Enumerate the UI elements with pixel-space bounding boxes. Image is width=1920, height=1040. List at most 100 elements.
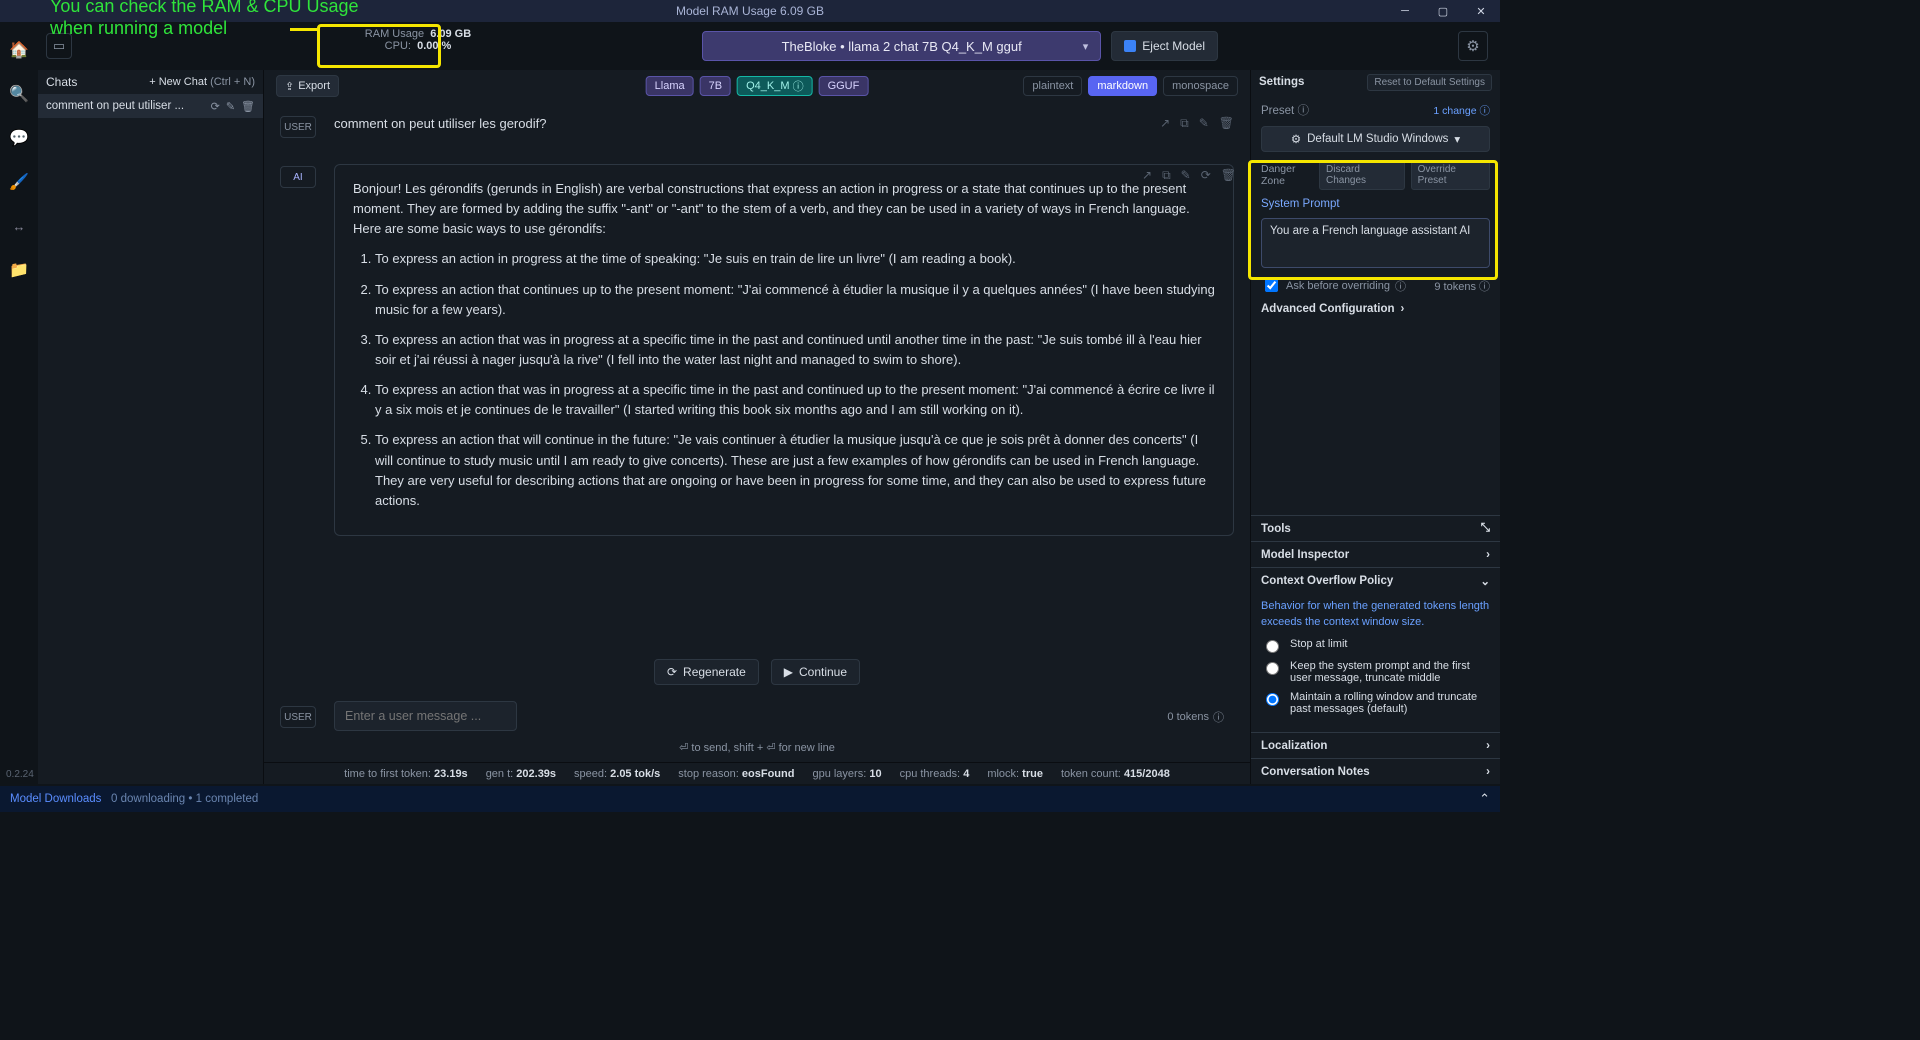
eject-icon — [1124, 40, 1136, 52]
msg-pencil-icon[interactable]: ✎ — [1181, 166, 1191, 185]
view-mode-monospace[interactable]: monospace — [1163, 76, 1238, 96]
input-row: USER 0 tokens ⓘ — [264, 695, 1250, 737]
window-maximize-button[interactable]: ▢ — [1424, 0, 1462, 22]
token-count-badge: 0 tokens ⓘ — [1167, 709, 1224, 725]
continue-button[interactable]: ▶ Continue — [771, 659, 860, 685]
danger-zone-label: Danger Zone — [1261, 163, 1319, 187]
version-label: 0.2.24 — [6, 769, 34, 780]
role-badge-user: USER — [280, 116, 316, 138]
conversation-area: USER comment on peut utiliser les gerodi… — [264, 102, 1250, 649]
new-chat-button[interactable]: + New Chat (Ctrl + N) — [149, 76, 255, 88]
chevron-down-icon: ▾ — [1083, 40, 1089, 53]
settings-gear-icon[interactable]: ⚙ — [1458, 31, 1488, 61]
ai-list-item: To express an action that was in progres… — [375, 330, 1215, 370]
model-tag: Llama — [646, 76, 694, 96]
chat-title: comment on peut utiliser ... — [46, 100, 184, 112]
tag-bar: ⇪ Export Llama 7B Q4_K_M ⓘ GGUF plaintex… — [264, 70, 1250, 102]
settings-panel: Settings Reset to Default Settings Prese… — [1250, 70, 1500, 784]
msg-copy-icon[interactable]: ⧉ — [1162, 166, 1171, 185]
window-close-button[interactable]: ✕ — [1462, 0, 1500, 22]
chat-edit-icon[interactable]: ✎ — [226, 100, 235, 113]
discard-changes-button[interactable]: Discard Changes — [1319, 160, 1405, 190]
chevron-right-icon: › — [1486, 740, 1490, 752]
model-bar: ▭ RAM Usage 6.09 GB CPU: 0.00 % TheBloke… — [38, 22, 1500, 70]
msg-delete-icon[interactable]: 🗑 — [1219, 114, 1234, 133]
tools-section[interactable]: Tools⤡ — [1251, 515, 1500, 541]
user-input[interactable] — [334, 701, 517, 731]
brush-icon[interactable]: 🖌️ — [9, 172, 29, 192]
msg-delete-icon[interactable]: 🗑 — [1221, 166, 1236, 185]
preset-selector[interactable]: ⚙ Default LM Studio Windows ▾ — [1261, 126, 1490, 152]
message-ai: AI Bonjour! Les gérondifs (gerunds in En… — [264, 160, 1250, 540]
localization-section[interactable]: Localization› — [1251, 732, 1500, 758]
chat-icon[interactable]: 💬 — [9, 128, 29, 148]
system-prompt-input[interactable] — [1261, 218, 1490, 268]
regenerate-button[interactable]: ⟳ Regenerate — [654, 659, 759, 685]
resize-icon[interactable]: ↔ — [9, 216, 29, 236]
view-mode-plaintext[interactable]: plaintext — [1023, 76, 1082, 96]
status-bar: Model Downloads 0 downloading • 1 comple… — [0, 786, 1500, 812]
view-mode-markdown[interactable]: markdown — [1088, 76, 1157, 96]
left-nav-rail: 🏠 🔍 💬 🖌️ ↔ 📁 — [0, 22, 38, 812]
advanced-configuration-toggle[interactable]: Advanced Configuration › — [1261, 303, 1490, 315]
model-tag: 7B — [700, 76, 731, 96]
msg-edit-icon[interactable]: ↗ — [1142, 166, 1152, 185]
chevron-right-icon: › — [1401, 303, 1405, 315]
overflow-opt-label: Keep the system prompt and the first use… — [1290, 660, 1490, 684]
overflow-opt-label: Maintain a rolling window and truncate p… — [1290, 691, 1490, 715]
status-expand-icon[interactable]: ⌃ — [1479, 791, 1490, 807]
action-bar: ⟳ Regenerate ▶ Continue — [264, 649, 1250, 695]
ai-intro-text: Bonjour! Les gérondifs (gerunds in Engli… — [353, 179, 1215, 239]
overflow-opt-radio[interactable] — [1266, 662, 1279, 675]
msg-edit-icon[interactable]: ↗ — [1160, 114, 1170, 133]
downloads-info: 0 downloading • 1 completed — [111, 793, 258, 805]
ram-cpu-display: RAM Usage 6.09 GB CPU: 0.00 % — [358, 28, 478, 52]
overflow-description: Behavior for when the generated tokens l… — [1261, 599, 1490, 630]
chevron-down-icon: ⌄ — [1480, 574, 1490, 588]
collapse-icon: ⤡ — [1481, 522, 1490, 535]
preset-label: Preset — [1261, 105, 1294, 117]
msg-copy-icon[interactable]: ⧉ — [1180, 114, 1189, 133]
ai-list-item: To express an action in progress at the … — [375, 249, 1215, 269]
preset-changes[interactable]: 1 change ⓘ — [1433, 103, 1490, 118]
overflow-opt-radio[interactable] — [1266, 640, 1279, 653]
model-tag: Q4_K_M ⓘ — [737, 76, 812, 96]
ai-list-item: To express an action that was in progres… — [375, 380, 1215, 420]
chats-panel: Chats + New Chat (Ctrl + N) comment on p… — [38, 70, 264, 784]
model-tag: GGUF — [819, 76, 869, 96]
search-icon[interactable]: 🔍 — [9, 84, 29, 104]
eject-model-button[interactable]: Eject Model — [1111, 31, 1218, 61]
chat-delete-icon[interactable]: 🗑 — [241, 100, 255, 113]
message-user: USER comment on peut utiliser les gerodi… — [264, 110, 1250, 142]
eject-label: Eject Model — [1142, 39, 1205, 53]
model-downloads-link[interactable]: Model Downloads — [10, 793, 101, 805]
window-minimize-button[interactable]: ─ — [1386, 0, 1424, 22]
user-message-text: comment on peut utiliser les gerodif? — [334, 116, 546, 131]
conversation-notes-section[interactable]: Conversation Notes› — [1251, 758, 1500, 784]
stats-bar: time to first token: 23.19s gen t: 202.3… — [264, 762, 1250, 784]
chevron-right-icon: › — [1486, 549, 1490, 561]
context-overflow-section[interactable]: Context Overflow Policy⌄ — [1251, 567, 1500, 593]
ai-response-box: Bonjour! Les gérondifs (gerunds in Engli… — [334, 164, 1234, 536]
chevron-right-icon: › — [1486, 766, 1490, 778]
reset-defaults-button[interactable]: Reset to Default Settings — [1367, 74, 1492, 91]
annotation-connector — [290, 28, 318, 31]
msg-pencil-icon[interactable]: ✎ — [1199, 114, 1209, 133]
window-title: Model RAM Usage 6.09 GB — [676, 4, 824, 18]
folder-icon[interactable]: 📁 — [9, 260, 29, 280]
overflow-opt-radio[interactable] — [1266, 693, 1279, 706]
model-inspector-section[interactable]: Model Inspector› — [1251, 541, 1500, 567]
ai-list-item: To express an action that will continue … — [375, 430, 1215, 511]
system-prompt-token-count: 9 tokens ⓘ — [1434, 278, 1490, 294]
msg-refresh-icon[interactable]: ⟳ — [1201, 166, 1211, 185]
model-selector-dropdown[interactable]: TheBloke • llama 2 chat 7B Q4_K_M gguf ▾ — [702, 31, 1101, 61]
ask-before-overriding-checkbox[interactable] — [1265, 279, 1278, 292]
export-button[interactable]: ⇪ Export — [276, 75, 339, 97]
settings-header: Settings — [1259, 76, 1304, 88]
home-icon[interactable]: 🏠 — [9, 40, 29, 60]
chat-list-item[interactable]: comment on peut utiliser ... ⟳ ✎ 🗑 — [38, 94, 263, 118]
chat-history-icon[interactable]: ⟳ — [211, 100, 220, 113]
override-preset-button[interactable]: Override Preset — [1411, 160, 1490, 190]
ask-label: Ask before overriding — [1286, 280, 1390, 292]
chat-history-icon[interactable]: ▭ — [46, 33, 72, 59]
